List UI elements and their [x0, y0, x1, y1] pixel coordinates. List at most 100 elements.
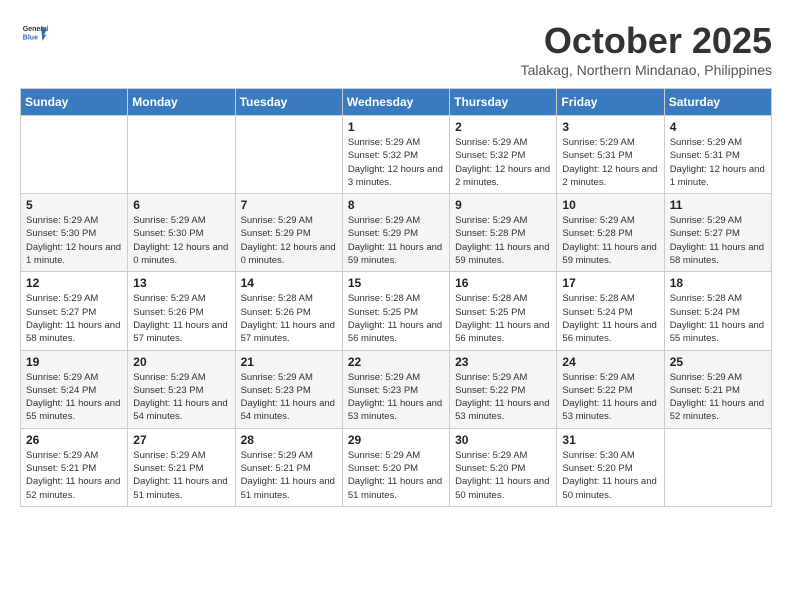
day-number: 31: [562, 433, 658, 447]
calendar-cell: 31 Sunrise: 5:30 AM Sunset: 5:20 PM Dayli…: [557, 428, 664, 506]
day-info: Sunrise: 5:28 AM Sunset: 5:25 PM Dayligh…: [455, 292, 551, 345]
calendar-cell: 25 Sunrise: 5:29 AM Sunset: 5:21 PM Dayli…: [664, 350, 771, 428]
calendar-cell: 14 Sunrise: 5:28 AM Sunset: 5:26 PM Dayli…: [235, 272, 342, 350]
weekday-header-wednesday: Wednesday: [342, 89, 449, 116]
day-number: 20: [133, 355, 229, 369]
day-number: 25: [670, 355, 766, 369]
day-number: 10: [562, 198, 658, 212]
calendar-header-row: SundayMondayTuesdayWednesdayThursdayFrid…: [21, 89, 772, 116]
day-info: Sunrise: 5:28 AM Sunset: 5:26 PM Dayligh…: [241, 292, 337, 345]
month-title: October 2025: [521, 20, 772, 62]
weekday-header-tuesday: Tuesday: [235, 89, 342, 116]
calendar-cell: 3Sunrise: 5:29 AM Sunset: 5:31 PM Daylig…: [557, 116, 664, 194]
calendar-cell: 28 Sunrise: 5:29 AM Sunset: 5:21 PM Dayli…: [235, 428, 342, 506]
weekday-header-saturday: Saturday: [664, 89, 771, 116]
calendar-cell: 4Sunrise: 5:29 AM Sunset: 5:31 PM Daylig…: [664, 116, 771, 194]
weekday-header-friday: Friday: [557, 89, 664, 116]
day-info: Sunrise: 5:29 AM Sunset: 5:32 PM Dayligh…: [455, 136, 551, 189]
day-info: Sunrise: 5:29 AM Sunset: 5:21 PM Dayligh…: [26, 449, 122, 502]
day-info: Sunrise: 5:28 AM Sunset: 5:24 PM Dayligh…: [670, 292, 766, 345]
day-info: Sunrise: 5:29 AM Sunset: 5:21 PM Dayligh…: [670, 371, 766, 424]
day-info: Sunrise: 5:28 AM Sunset: 5:25 PM Dayligh…: [348, 292, 444, 345]
day-number: 4: [670, 120, 766, 134]
day-number: 30: [455, 433, 551, 447]
calendar-week-1: 1Sunrise: 5:29 AM Sunset: 5:32 PM Daylig…: [21, 116, 772, 194]
day-info: Sunrise: 5:29 AM Sunset: 5:23 PM Dayligh…: [348, 371, 444, 424]
calendar-cell: 24 Sunrise: 5:29 AM Sunset: 5:22 PM Dayli…: [557, 350, 664, 428]
day-info: Sunrise: 5:29 AM Sunset: 5:29 PM Dayligh…: [241, 214, 337, 267]
day-info: Sunrise: 5:29 AM Sunset: 5:20 PM Dayligh…: [455, 449, 551, 502]
day-info: Sunrise: 5:29 AM Sunset: 5:29 PM Dayligh…: [348, 214, 444, 267]
day-info: Sunrise: 5:29 AM Sunset: 5:32 PM Dayligh…: [348, 136, 444, 189]
title-block: October 2025 Talakag, Northern Mindanao,…: [521, 20, 772, 78]
calendar-cell: 19 Sunrise: 5:29 AM Sunset: 5:24 PM Dayli…: [21, 350, 128, 428]
day-info: Sunrise: 5:29 AM Sunset: 5:28 PM Dayligh…: [455, 214, 551, 267]
calendar-cell: 7 Sunrise: 5:29 AM Sunset: 5:29 PM Daylig…: [235, 194, 342, 272]
day-number: 9: [455, 198, 551, 212]
day-number: 19: [26, 355, 122, 369]
day-number: 21: [241, 355, 337, 369]
day-info: Sunrise: 5:28 AM Sunset: 5:24 PM Dayligh…: [562, 292, 658, 345]
calendar-week-4: 19 Sunrise: 5:29 AM Sunset: 5:24 PM Dayli…: [21, 350, 772, 428]
day-info: Sunrise: 5:29 AM Sunset: 5:21 PM Dayligh…: [133, 449, 229, 502]
calendar-cell: 18 Sunrise: 5:28 AM Sunset: 5:24 PM Dayli…: [664, 272, 771, 350]
day-info: Sunrise: 5:30 AM Sunset: 5:20 PM Dayligh…: [562, 449, 658, 502]
day-number: 11: [670, 198, 766, 212]
calendar-cell: 6Sunrise: 5:29 AM Sunset: 5:30 PM Daylig…: [128, 194, 235, 272]
day-number: 12: [26, 276, 122, 290]
svg-text:Blue: Blue: [23, 35, 38, 42]
day-info: Sunrise: 5:29 AM Sunset: 5:22 PM Dayligh…: [455, 371, 551, 424]
calendar-cell: 10 Sunrise: 5:29 AM Sunset: 5:28 PM Dayli…: [557, 194, 664, 272]
weekday-header-monday: Monday: [128, 89, 235, 116]
calendar-cell: 15Sunrise: 5:28 AM Sunset: 5:25 PM Dayli…: [342, 272, 449, 350]
calendar-cell: 26 Sunrise: 5:29 AM Sunset: 5:21 PM Dayli…: [21, 428, 128, 506]
day-number: 28: [241, 433, 337, 447]
day-number: 2: [455, 120, 551, 134]
calendar-cell: 5Sunrise: 5:29 AM Sunset: 5:30 PM Daylig…: [21, 194, 128, 272]
day-number: 24: [562, 355, 658, 369]
day-number: 17: [562, 276, 658, 290]
calendar-cell: [21, 116, 128, 194]
day-number: 23: [455, 355, 551, 369]
calendar-cell: 23 Sunrise: 5:29 AM Sunset: 5:22 PM Dayli…: [450, 350, 557, 428]
day-info: Sunrise: 5:29 AM Sunset: 5:23 PM Dayligh…: [241, 371, 337, 424]
day-info: Sunrise: 5:29 AM Sunset: 5:22 PM Dayligh…: [562, 371, 658, 424]
day-info: Sunrise: 5:29 AM Sunset: 5:21 PM Dayligh…: [241, 449, 337, 502]
calendar-cell: 27 Sunrise: 5:29 AM Sunset: 5:21 PM Dayli…: [128, 428, 235, 506]
page-header: General Blue October 2025 Talakag, North…: [20, 20, 772, 78]
day-number: 22: [348, 355, 444, 369]
day-number: 16: [455, 276, 551, 290]
day-info: Sunrise: 5:29 AM Sunset: 5:24 PM Dayligh…: [26, 371, 122, 424]
calendar-cell: 21 Sunrise: 5:29 AM Sunset: 5:23 PM Dayli…: [235, 350, 342, 428]
calendar-cell: 2 Sunrise: 5:29 AM Sunset: 5:32 PM Daylig…: [450, 116, 557, 194]
calendar-week-3: 12Sunrise: 5:29 AM Sunset: 5:27 PM Dayli…: [21, 272, 772, 350]
location: Talakag, Northern Mindanao, Philippines: [521, 62, 772, 78]
day-info: Sunrise: 5:29 AM Sunset: 5:20 PM Dayligh…: [348, 449, 444, 502]
day-number: 26: [26, 433, 122, 447]
day-number: 13: [133, 276, 229, 290]
day-number: 8: [348, 198, 444, 212]
day-info: Sunrise: 5:29 AM Sunset: 5:28 PM Dayligh…: [562, 214, 658, 267]
day-info: Sunrise: 5:29 AM Sunset: 5:31 PM Dayligh…: [562, 136, 658, 189]
day-number: 14: [241, 276, 337, 290]
calendar-week-5: 26 Sunrise: 5:29 AM Sunset: 5:21 PM Dayli…: [21, 428, 772, 506]
calendar-table: SundayMondayTuesdayWednesdayThursdayFrid…: [20, 88, 772, 507]
calendar-cell: 20Sunrise: 5:29 AM Sunset: 5:23 PM Dayli…: [128, 350, 235, 428]
calendar-cell: 29Sunrise: 5:29 AM Sunset: 5:20 PM Dayli…: [342, 428, 449, 506]
calendar-cell: 17 Sunrise: 5:28 AM Sunset: 5:24 PM Dayli…: [557, 272, 664, 350]
logo-icon: General Blue: [20, 20, 48, 48]
calendar-cell: 30 Sunrise: 5:29 AM Sunset: 5:20 PM Dayli…: [450, 428, 557, 506]
day-number: 7: [241, 198, 337, 212]
day-number: 27: [133, 433, 229, 447]
calendar-cell: [664, 428, 771, 506]
weekday-header-sunday: Sunday: [21, 89, 128, 116]
calendar-cell: 8 Sunrise: 5:29 AM Sunset: 5:29 PM Daylig…: [342, 194, 449, 272]
calendar-cell: 9 Sunrise: 5:29 AM Sunset: 5:28 PM Daylig…: [450, 194, 557, 272]
calendar-cell: 22 Sunrise: 5:29 AM Sunset: 5:23 PM Dayli…: [342, 350, 449, 428]
day-info: Sunrise: 5:29 AM Sunset: 5:27 PM Dayligh…: [670, 214, 766, 267]
day-number: 6: [133, 198, 229, 212]
calendar-week-2: 5Sunrise: 5:29 AM Sunset: 5:30 PM Daylig…: [21, 194, 772, 272]
day-info: Sunrise: 5:29 AM Sunset: 5:30 PM Dayligh…: [26, 214, 122, 267]
day-number: 18: [670, 276, 766, 290]
calendar-cell: 13Sunrise: 5:29 AM Sunset: 5:26 PM Dayli…: [128, 272, 235, 350]
